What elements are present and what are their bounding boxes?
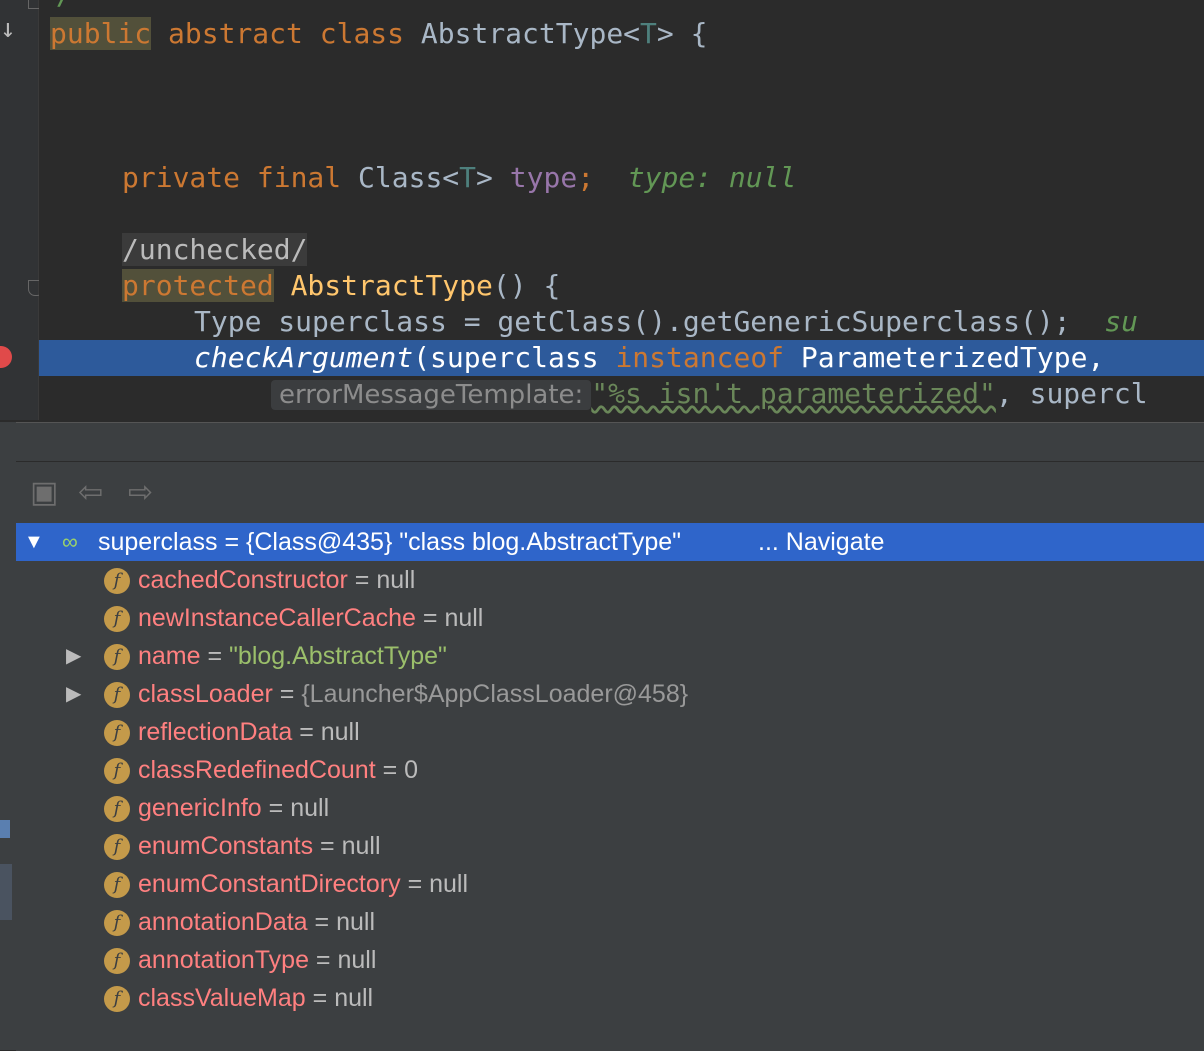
field-icon: f	[104, 606, 130, 632]
variable-inspector-popup[interactable]: ▣ ⇦ ⇨ ▼ ∞ superclass = {Class@435} "clas…	[16, 422, 1204, 1051]
field-icon: f	[104, 720, 130, 746]
field-name: enumConstants	[138, 832, 314, 860]
variables-tree[interactable]: ▼ ∞ superclass = {Class@435} "class blog…	[16, 523, 1204, 1051]
field-equals: =	[400, 870, 430, 898]
expand-arrow-icon[interactable]: ▶	[66, 637, 86, 675]
field-name: classValueMap	[138, 984, 306, 1012]
field-value: 0	[404, 756, 419, 784]
code-editor[interactable]: */ public abstract class AbstractType<T>…	[39, 0, 1204, 420]
field-value: null	[429, 870, 469, 898]
tree-field-row[interactable]: f enumConstantDirectory = null	[16, 865, 1204, 903]
tree-field-row[interactable]: f newInstanceCallerCache = null	[16, 599, 1204, 637]
tree-field-row[interactable]: f cachedConstructor = null	[16, 561, 1204, 599]
field-value: null	[337, 946, 377, 974]
field-declaration-line: private final Class<T> type; type: null	[122, 161, 797, 194]
annotation-comment-line: /unchecked/	[122, 233, 308, 266]
folder-icon[interactable]: ▣	[30, 475, 58, 510]
tree-field-row[interactable]: f annotationData = null	[16, 903, 1204, 941]
field-equals: =	[308, 946, 338, 974]
tree-field-row[interactable]: f classRedefinedCount = 0	[16, 751, 1204, 789]
field-name: name	[138, 642, 201, 670]
field-name: enumConstantDirectory	[138, 870, 401, 898]
field-value: "blog.AbstractType"	[229, 642, 447, 670]
popup-toolbar	[16, 462, 1204, 522]
field-equals: =	[261, 794, 291, 822]
field-icon: f	[104, 948, 130, 974]
back-arrow-icon[interactable]: ⇦	[78, 475, 103, 510]
field-value: null	[320, 718, 360, 746]
tool-window-icon[interactable]	[0, 820, 10, 838]
field-icon: f	[104, 758, 130, 784]
step-arrow-icon: ↓	[0, 14, 16, 44]
field-value: null	[341, 832, 381, 860]
breakpoint-icon[interactable]	[0, 346, 12, 368]
tree-field-row[interactable]: f genericInfo = null	[16, 789, 1204, 827]
popup-header[interactable]	[16, 423, 1204, 462]
field-equals: =	[200, 642, 230, 670]
field-value: null	[444, 604, 484, 632]
parameter-hint: errorMessageTemplate:	[271, 380, 592, 410]
field-icon: f	[104, 986, 130, 1012]
field-icon: f	[104, 834, 130, 860]
root-label: superclass = {Class@435} "class blog.Abs…	[98, 528, 681, 556]
field-name: annotationType	[138, 946, 309, 974]
class-declaration-line: public abstract class AbstractType<T> {	[50, 17, 708, 50]
field-equals: =	[313, 832, 342, 860]
tree-field-row[interactable]: ▶ f classLoader = {Launcher$AppClassLoader…	[16, 675, 1204, 713]
field-icon: f	[104, 644, 130, 670]
field-equals: =	[307, 908, 337, 936]
field-value: {Launcher$AppClassLoader@458}	[301, 680, 689, 708]
constructor-line: protected AbstractType() {	[122, 269, 561, 302]
superclass-line: Type superclass = getClass().getGenericS…	[194, 305, 1139, 338]
field-value: null	[290, 794, 330, 822]
field-name: classLoader	[138, 680, 273, 708]
watch-glasses-icon: ∞	[62, 529, 78, 554]
field-icon: f	[104, 910, 130, 936]
hint-line: errorMessageTemplate: "%s isn't parameter…	[271, 376, 1148, 413]
forward-arrow-icon[interactable]: ⇨	[128, 475, 153, 510]
expand-arrow-icon[interactable]: ▶	[66, 675, 86, 713]
tree-root-row[interactable]: ▼ ∞ superclass = {Class@435} "class blog…	[16, 523, 1204, 561]
field-name: genericInfo	[138, 794, 262, 822]
frame-list-selection	[0, 864, 12, 920]
field-name: reflectionData	[138, 718, 293, 746]
tree-field-row[interactable]: ▶ f name = "blog.AbstractType"	[16, 637, 1204, 675]
field-equals: =	[415, 604, 445, 632]
field-value: null	[336, 908, 376, 936]
tree-field-row[interactable]: f reflectionData = null	[16, 713, 1204, 751]
field-equals: =	[347, 566, 377, 594]
navigate-link[interactable]: ... Navigate	[758, 523, 884, 561]
tree-field-row[interactable]: f classValueMap = null	[16, 979, 1204, 1017]
collapse-arrow-icon[interactable]: ▼	[24, 523, 44, 561]
field-value: null	[376, 566, 416, 594]
field-icon: f	[104, 872, 130, 898]
left-tool-strip	[0, 422, 17, 1050]
field-icon: f	[104, 682, 130, 708]
comment-end: */	[39, 0, 73, 11]
field-name: annotationData	[138, 908, 308, 936]
tree-field-row[interactable]: f annotationType = null	[16, 941, 1204, 979]
field-equals: =	[375, 756, 405, 784]
field-name: cachedConstructor	[138, 566, 348, 594]
editor-gutter: ↓ ●	[0, 0, 80, 420]
field-equals: =	[272, 680, 302, 708]
field-equals: =	[292, 718, 321, 746]
field-name: classRedefinedCount	[138, 756, 376, 784]
field-icon: f	[104, 568, 130, 594]
tree-field-row[interactable]: f enumConstants = null	[16, 827, 1204, 865]
check-argument-line: checkArgument(superclass instanceof Para…	[194, 341, 1105, 374]
field-equals: =	[305, 984, 335, 1012]
field-icon: f	[104, 796, 130, 822]
field-name: newInstanceCallerCache	[138, 604, 416, 632]
field-value: null	[334, 984, 374, 1012]
